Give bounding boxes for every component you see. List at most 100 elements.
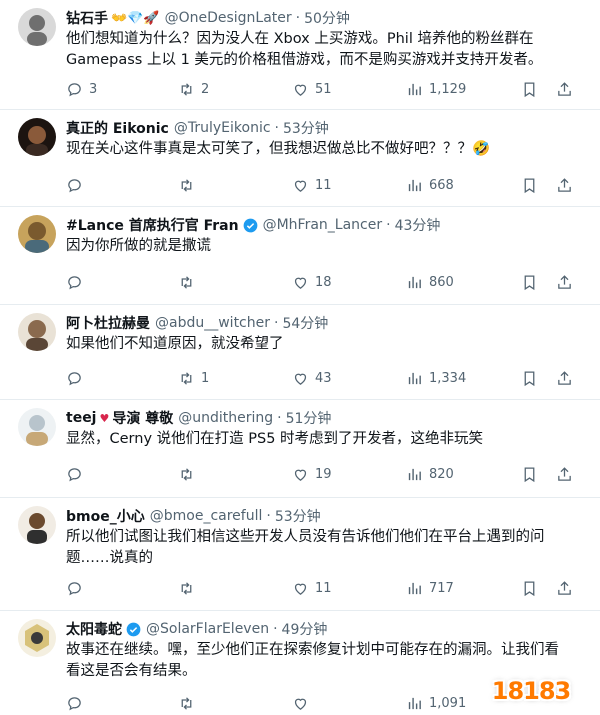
like-count: 19 <box>315 467 332 482</box>
avatar[interactable] <box>18 215 56 253</box>
views-button[interactable]: 1,091 <box>406 695 466 712</box>
like-button[interactable]: 11 <box>292 580 332 597</box>
reply-button[interactable]: 3 <box>66 81 97 98</box>
retweet-button[interactable]: 1 <box>178 370 209 387</box>
avatar[interactable] <box>18 8 56 46</box>
like-button[interactable]: 18 <box>292 274 332 291</box>
bookmark-icon <box>524 178 535 194</box>
display-name[interactable]: 钻石手 <box>66 8 108 28</box>
like-button[interactable]: 19 <box>292 466 332 483</box>
handle[interactable]: @undithering <box>178 410 273 426</box>
handle[interactable]: @MhFran_Lancer <box>263 217 383 233</box>
reply-button[interactable] <box>66 695 89 712</box>
retweet-count: 1 <box>201 371 210 386</box>
tweet[interactable]: bmoe_小心 @bmoe_carefull · 53分钟 所以他们试图让我们相… <box>0 498 600 611</box>
handle[interactable]: @bmoe_carefull <box>150 508 263 524</box>
display-name[interactable]: bmoe_小心 <box>66 506 145 526</box>
like-button[interactable]: 43 <box>292 370 332 387</box>
separator-dot: · <box>274 315 279 331</box>
tweet[interactable]: #Lance 首席执行官 Fran @MhFran_Lancer · 43分钟 … <box>0 207 600 305</box>
handle[interactable]: @OneDesignLater <box>165 10 292 26</box>
view-count: 668 <box>429 178 454 193</box>
bookmark-button[interactable] <box>521 177 538 198</box>
timestamp[interactable]: 54分钟 <box>282 313 328 333</box>
reply-button[interactable] <box>66 274 89 291</box>
retweet-button[interactable] <box>178 274 201 291</box>
retweet-button[interactable] <box>178 177 201 194</box>
share-button[interactable] <box>556 580 573 601</box>
view-count: 1,091 <box>429 696 467 711</box>
bookmark-button[interactable] <box>521 580 538 601</box>
views-button[interactable]: 668 <box>406 177 454 194</box>
share-icon <box>558 467 571 481</box>
tweet[interactable]: teej ♥ 导演 尊敬 @undithering · 51分钟 显然，Cern… <box>0 400 600 498</box>
like-button[interactable]: 11 <box>292 177 332 194</box>
share-icon <box>558 82 571 96</box>
verified-badge-icon <box>243 218 257 232</box>
share-icon <box>558 371 571 385</box>
reply-button[interactable] <box>66 580 89 597</box>
share-button[interactable] <box>556 370 573 391</box>
views-button[interactable]: 717 <box>406 580 454 597</box>
tweet-text: 显然，Cerny 说他们在打造 PS5 时考虑到了开发者，这绝非玩笑 <box>66 429 580 450</box>
timestamp[interactable]: 53分钟 <box>283 118 329 138</box>
view-count: 1,129 <box>429 82 467 97</box>
retweet-icon <box>181 582 192 595</box>
views-button[interactable]: 1,129 <box>406 81 466 98</box>
timestamp[interactable]: 53分钟 <box>275 506 321 526</box>
timestamp[interactable]: 50分钟 <box>304 8 350 28</box>
bookmark-icon <box>524 82 535 98</box>
avatar[interactable] <box>18 506 56 544</box>
tweet-text: 他们想知道为什么？因为没人在 Xbox 上买游戏。Phil 培养他的粉丝群在 G… <box>66 29 580 71</box>
bookmark-button[interactable] <box>521 466 538 487</box>
timestamp[interactable]: 51分钟 <box>286 408 332 428</box>
avatar[interactable] <box>18 313 56 351</box>
bookmark-button[interactable] <box>521 81 538 102</box>
timestamp[interactable]: 49分钟 <box>282 619 328 639</box>
retweet-button[interactable]: 2 <box>178 81 209 98</box>
share-button[interactable] <box>556 81 573 102</box>
display-name[interactable]: 阿卜杜拉赫曼 <box>66 313 150 333</box>
tweet[interactable]: 阿卜杜拉赫曼 @abdu__witcher · 54分钟 如果他们不知道原因，就… <box>0 305 600 400</box>
handle[interactable]: @TrulyEikonic <box>174 120 271 136</box>
heart-icon <box>294 698 307 710</box>
display-name[interactable]: 太阳毒蛇 <box>66 619 122 639</box>
tweet[interactable]: 钻石手 👐💎🚀 @OneDesignLater · 50分钟 他们想知道为什么？… <box>0 0 600 110</box>
action-bar: 18 860 <box>66 274 580 294</box>
view-count: 1,334 <box>429 371 467 386</box>
share-button[interactable] <box>556 466 573 487</box>
tweet[interactable]: 真正的 Eikonic @TrulyEikonic · 53分钟 现在关心这件事… <box>0 110 600 207</box>
bookmark-button[interactable] <box>521 274 538 295</box>
avatar[interactable] <box>18 118 56 156</box>
heart-icon <box>294 469 307 481</box>
views-button[interactable]: 820 <box>406 466 454 483</box>
reply-button[interactable] <box>66 370 89 387</box>
retweet-button[interactable] <box>178 466 201 483</box>
avatar[interactable] <box>18 619 56 657</box>
display-name[interactable]: teej <box>66 410 96 426</box>
handle[interactable]: @SolarFlarEleven <box>146 621 269 637</box>
views-button[interactable]: 860 <box>406 274 454 291</box>
action-bar: 3 2 51 1,129 <box>66 81 580 101</box>
display-name[interactable]: 真正的 Eikonic <box>66 118 169 138</box>
timestamp[interactable]: 43分钟 <box>395 215 441 235</box>
reply-button[interactable] <box>66 466 89 483</box>
retweet-button[interactable] <box>178 580 201 597</box>
bookmark-button[interactable] <box>521 370 538 391</box>
separator-dot: · <box>386 217 391 233</box>
reply-button[interactable] <box>66 177 89 194</box>
retweet-icon <box>181 697 192 710</box>
retweet-icon <box>181 179 192 192</box>
like-button[interactable]: 51 <box>292 81 332 98</box>
handle[interactable]: @abdu__witcher <box>155 315 270 331</box>
share-button[interactable] <box>556 177 573 198</box>
retweet-button[interactable] <box>178 695 201 712</box>
share-button[interactable] <box>556 274 573 295</box>
like-button[interactable] <box>292 695 315 712</box>
watermark-logo: 18183 <box>491 677 572 705</box>
avatar[interactable] <box>18 408 56 446</box>
display-name-suffix[interactable]: 导演 尊敬 <box>112 408 173 428</box>
display-name[interactable]: #Lance 首席执行官 Fran <box>66 215 239 235</box>
views-button[interactable]: 1,334 <box>406 370 466 387</box>
heart-icon <box>294 373 307 385</box>
